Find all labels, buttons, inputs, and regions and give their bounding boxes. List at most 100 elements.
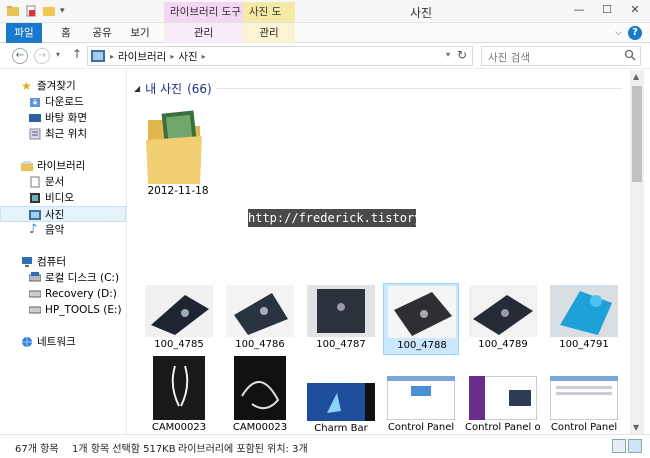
photo-thumbnail[interactable]: Control Panel [383, 376, 459, 434]
vertical-scrollbar[interactable]: ▲ ▼ [630, 70, 644, 434]
nav-item-videos[interactable]: 비디오 [0, 190, 126, 206]
earphones-box-photo [153, 356, 205, 420]
network-icon [22, 337, 32, 347]
status-item-count: 67개 항목 [15, 444, 59, 455]
nav-label: 사진 [45, 209, 65, 221]
maximize-button[interactable]: ☐ [598, 2, 616, 18]
nav-item-drive-e[interactable]: HP_TOOLS (E:) [0, 302, 126, 318]
watermark-text: http://frederick.tistory.com [248, 209, 451, 227]
photo-thumbnail[interactable]: Control Panel [546, 376, 622, 434]
large-icons-view-icon[interactable] [628, 439, 642, 453]
music-icon: ♪ [29, 222, 38, 237]
nav-item-drive-c[interactable]: 로컬 디스크 (C:) [0, 270, 126, 286]
photo-thumbnail[interactable]: Charm Bar [303, 383, 379, 434]
breadcrumb-pictures[interactable]: 사진 [178, 49, 197, 64]
details-view-icon[interactable] [612, 439, 626, 453]
search-icon [624, 49, 636, 61]
folder-label[interactable]: 2012-11-18 [136, 185, 220, 197]
chevron-down-icon[interactable]: ▾ [60, 6, 65, 16]
videos-icon [30, 193, 40, 203]
photo-thumbnail[interactable]: CAM00023 [141, 356, 217, 434]
nav-item-desktop[interactable]: 바탕 화면 [0, 110, 126, 126]
earphones-photo [234, 356, 286, 420]
photo-thumbnail[interactable]: 100_4787 [303, 283, 379, 355]
thumbnail-label: Charm Bar [314, 423, 368, 434]
nav-label: HP_TOOLS (E:) [45, 304, 122, 316]
forward-button[interactable]: → [34, 48, 50, 64]
documents-icon [30, 176, 40, 188]
back-button[interactable]: ← [12, 48, 28, 64]
blue-case-photo [550, 285, 618, 337]
address-dropdown-icon[interactable]: ▾ [446, 50, 450, 59]
thumbnail-label: 100_4789 [478, 339, 528, 350]
nav-item-network[interactable]: 네트워크 [0, 334, 126, 350]
iphone-back-photo [469, 285, 537, 337]
nav-label: Recovery (D:) [45, 288, 117, 300]
nav-label: 다운로드 [45, 96, 84, 108]
nav-label: 음악 [45, 224, 65, 236]
new-folder-icon[interactable] [42, 4, 56, 18]
tab-file[interactable]: 파일 [6, 23, 42, 43]
thumbnail-label: 100_4785 [154, 339, 204, 350]
photo-thumbnail-selected[interactable]: 100_4788 [383, 283, 459, 355]
folder-icon[interactable] [144, 110, 204, 190]
scrollbar-thumb[interactable] [632, 86, 642, 182]
navigation-pane: ★ 즐겨찾기 다운로드 바탕 화면 최근 위치 라이브러리 문서 비디오 사진 … [0, 70, 127, 434]
scroll-down-icon[interactable]: ▼ [633, 423, 639, 432]
group-header[interactable]: ◢ 내 사진 (66) [134, 80, 212, 97]
collapse-icon[interactable]: ◢ [134, 84, 140, 93]
nav-item-downloads[interactable]: 다운로드 [0, 94, 126, 110]
thumbnail-label: CAM00023 [232, 422, 288, 433]
nav-item-music[interactable]: ♪ 음악 [0, 222, 126, 238]
iphone-back-photo [388, 286, 456, 338]
thumbnail-label: CAM00023 [151, 422, 207, 433]
close-button[interactable]: ✕ [626, 2, 644, 18]
libraries-icon [21, 161, 33, 171]
tab-home[interactable]: 홈 [52, 23, 80, 43]
pictures-library-icon [91, 50, 105, 62]
nav-label: 라이브러리 [37, 160, 86, 172]
control-panel-screenshot [387, 376, 455, 420]
nav-item-favorites[interactable]: ★ 즐겨찾기 [0, 78, 126, 94]
nav-label: 즐겨찾기 [37, 80, 76, 92]
minimize-button[interactable]: — [570, 2, 588, 18]
nav-label: 바탕 화면 [45, 112, 87, 124]
iphone-back-photo [226, 285, 294, 337]
nav-item-pictures[interactable]: 사진 [0, 206, 126, 222]
folder-app-icon[interactable] [6, 4, 20, 18]
nav-label: 컴퓨터 [37, 256, 66, 268]
breadcrumb-libraries[interactable]: 라이브러리 [118, 49, 166, 64]
help-icon[interactable]: ? [628, 26, 642, 40]
scroll-up-icon[interactable]: ▲ [633, 72, 639, 81]
expand-ribbon-icon[interactable]: ⌵ [615, 28, 622, 38]
photo-thumbnail[interactable]: 100_4789 [465, 283, 541, 355]
iphone-back-photo [145, 285, 213, 337]
nav-item-computer[interactable]: 컴퓨터 [0, 254, 126, 270]
address-input[interactable]: ▸ 라이브러리 ▸ 사진 ▸ ▾ ↻ [87, 46, 473, 66]
photo-thumbnail[interactable]: CAM00023 [222, 356, 298, 434]
tab-share[interactable]: 공유 [86, 23, 118, 43]
photo-thumbnail[interactable]: 100_4786 [222, 283, 298, 355]
recent-locations-icon[interactable]: ▾ [56, 50, 60, 59]
nav-item-recent[interactable]: 최근 위치 [0, 126, 126, 142]
status-bar: 67개 항목 1개 항목 선택함 517KB 라이브러리에 포함된 위치: 3개 [0, 434, 650, 458]
context-tab-picture-tools: 사진 도구 [243, 2, 295, 38]
group-title: 내 사진 [145, 82, 183, 96]
photo-thumbnail[interactable]: Control Panel on [465, 376, 541, 434]
nav-item-drive-d[interactable]: Recovery (D:) [0, 286, 126, 302]
nav-item-libraries[interactable]: 라이브러리 [0, 158, 126, 174]
tab-manage-library[interactable]: 관리 [164, 23, 243, 43]
refresh-icon[interactable]: ↻ [457, 48, 467, 62]
up-arrow-icon[interactable]: ↑ [72, 47, 82, 61]
title-bar: ▾ 라이브러리 도구 사진 도구 사진 — ☐ ✕ [0, 0, 650, 38]
search-input[interactable]: 사진 검색 [481, 46, 641, 66]
nav-label: 네트워크 [37, 336, 76, 348]
photo-thumbnail[interactable]: 100_4785 [141, 283, 217, 355]
properties-icon[interactable] [24, 4, 38, 18]
tab-view[interactable]: 보기 [124, 23, 156, 43]
pictures-icon [29, 210, 41, 220]
photo-thumbnail[interactable]: 100_4791 [546, 283, 622, 355]
drive-icon [29, 306, 41, 314]
tab-manage-pictures[interactable]: 관리 [243, 23, 295, 43]
nav-item-documents[interactable]: 문서 [0, 174, 126, 190]
